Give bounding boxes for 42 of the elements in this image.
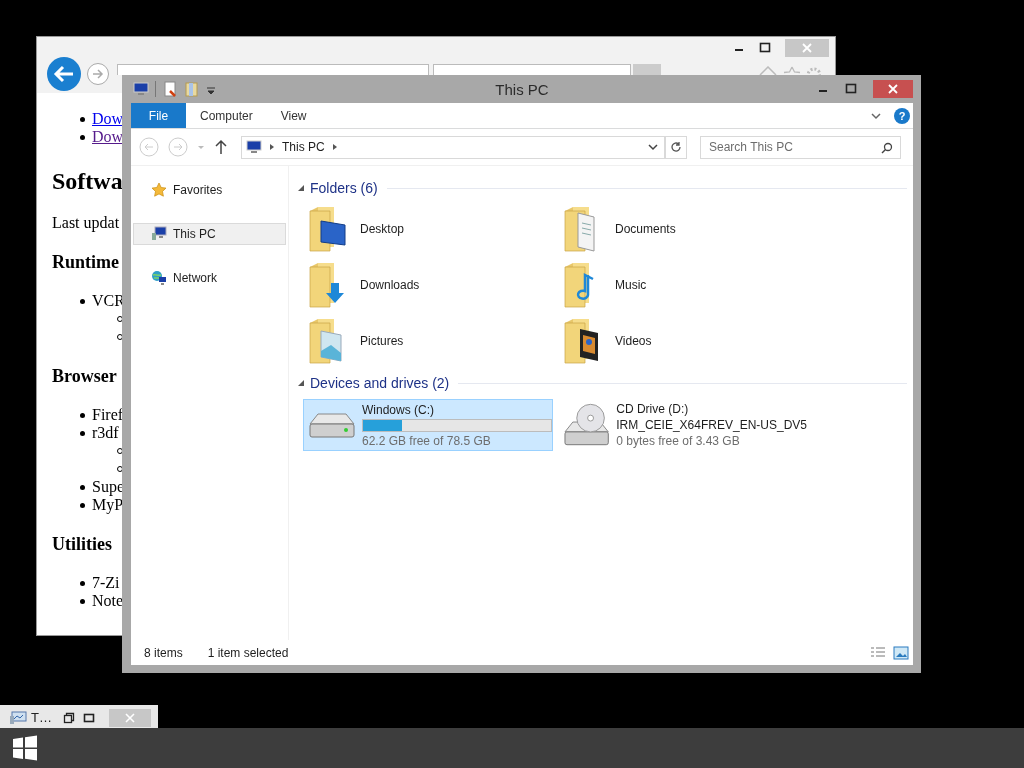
selection-count: 1 item selected	[207, 645, 289, 660]
folder-label[interactable]: Desktop	[360, 222, 405, 236]
drive-tile[interactable]: Windows (C:) 62.2 GB free of 78.5 GB	[303, 399, 553, 451]
list-item: Note	[92, 592, 124, 610]
page-text: Last updat	[52, 214, 120, 232]
window-title: T…	[31, 710, 53, 725]
ribbon-tab[interactable]: File	[131, 103, 186, 128]
section-heading: Browser	[52, 365, 117, 387]
ribbon-tab[interactable]: Computer	[186, 103, 267, 128]
page-link[interactable]: Dow	[92, 110, 124, 128]
free-space-text: 0 bytes free of 3.43 GB	[616, 434, 741, 448]
help-button[interactable]: ?	[894, 107, 910, 124]
list-item: MyP	[92, 496, 124, 514]
folder-label[interactable]: Documents	[615, 222, 676, 236]
folder-label[interactable]: Music	[615, 278, 647, 292]
group-header[interactable]: Folders (6)	[310, 180, 378, 196]
nav-item[interactable]: Network	[133, 267, 286, 289]
section-heading: Utilities	[52, 533, 112, 555]
folder-label[interactable]: Downloads	[360, 278, 420, 292]
ribbon-tab[interactable]: View	[266, 103, 321, 128]
list-item: r3df	[92, 424, 119, 442]
section-heading: Runtime	[52, 251, 119, 273]
window-title: This PC	[494, 80, 550, 98]
page-link[interactable]: Dow	[92, 128, 124, 146]
page-heading: Softwa	[52, 167, 123, 195]
free-space-text: 62.2 GB free of 78.5 GB	[362, 433, 492, 448]
volume-label: IRM_CEIE_X64FREV_EN-US_DV5	[616, 418, 807, 432]
drive-name: Windows (C:)	[362, 402, 435, 417]
nav-item[interactable]: This PC	[133, 223, 286, 245]
drive-tile[interactable]: CD Drive (D:) IRM_CEIE_X64FREV_EN-US_DV5 0 bytes free of 3.43 GB	[558, 399, 808, 451]
folder-label[interactable]: Videos	[615, 334, 652, 348]
nav-item[interactable]: Favorites	[133, 179, 286, 201]
folder-label[interactable]: Pictures	[360, 334, 404, 348]
item-count: 8 items	[144, 645, 183, 660]
group-header[interactable]: Devices and drives (2)	[310, 375, 450, 391]
list-item: Firef	[92, 406, 124, 424]
breadcrumb[interactable]: This PC	[282, 140, 325, 154]
list-item: Supe	[92, 478, 124, 496]
search-field[interactable]: Search This PC	[700, 135, 901, 159]
list-item: 7-Zi	[92, 574, 120, 592]
minimized-window[interactable]: T…	[0, 705, 158, 730]
drive-name: CD Drive (D:)	[616, 402, 690, 416]
